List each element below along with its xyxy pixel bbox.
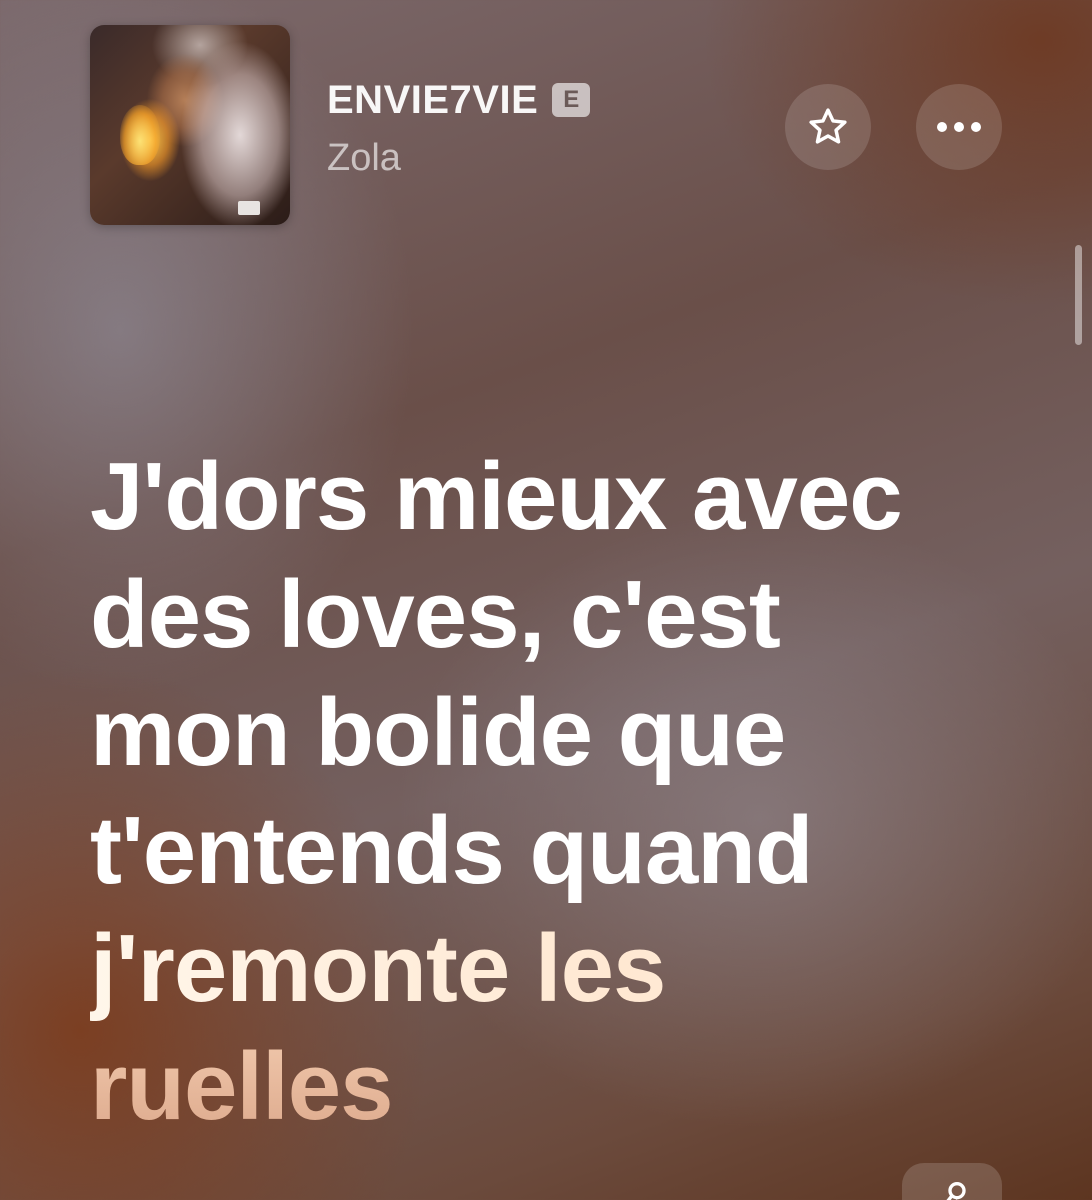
lyric-line[interactable]: t'entends quand (90, 792, 1050, 910)
artwork-advisory-badge (238, 201, 260, 215)
lyric-line[interactable]: mon bolide que (90, 674, 1050, 792)
favorite-button[interactable] (785, 84, 871, 170)
explicit-badge: E (552, 83, 591, 117)
ellipsis-dot (954, 122, 964, 132)
lyric-line[interactable]: J'dors mieux avec (90, 438, 1050, 556)
ellipsis-icon (937, 122, 981, 132)
now-playing-header: ENVIE7VIE E Zola (0, 0, 1092, 240)
artist-name[interactable]: Zola (327, 137, 401, 180)
lyrics-mic-button[interactable] (902, 1163, 1002, 1200)
ellipsis-dot (971, 122, 981, 132)
lyric-line[interactable]: j'remonte les (90, 910, 1050, 1028)
more-options-button[interactable] (916, 84, 1002, 170)
lyrics-scrollbar[interactable] (1075, 245, 1082, 345)
lyrics-panel: J'dors mieux avec des loves, c'est mon b… (90, 438, 1050, 1146)
ellipsis-dot (937, 122, 947, 132)
lyric-line[interactable]: ruelles (90, 1028, 1050, 1146)
artwork-flame-detail (120, 105, 160, 165)
microphone-icon (946, 1182, 966, 1200)
track-title[interactable]: ENVIE7VIE (327, 78, 538, 123)
lyric-line[interactable]: des loves, c'est (90, 556, 1050, 674)
star-icon (809, 108, 847, 144)
track-title-row: ENVIE7VIE E (327, 77, 591, 123)
album-artwork[interactable] (90, 25, 290, 225)
